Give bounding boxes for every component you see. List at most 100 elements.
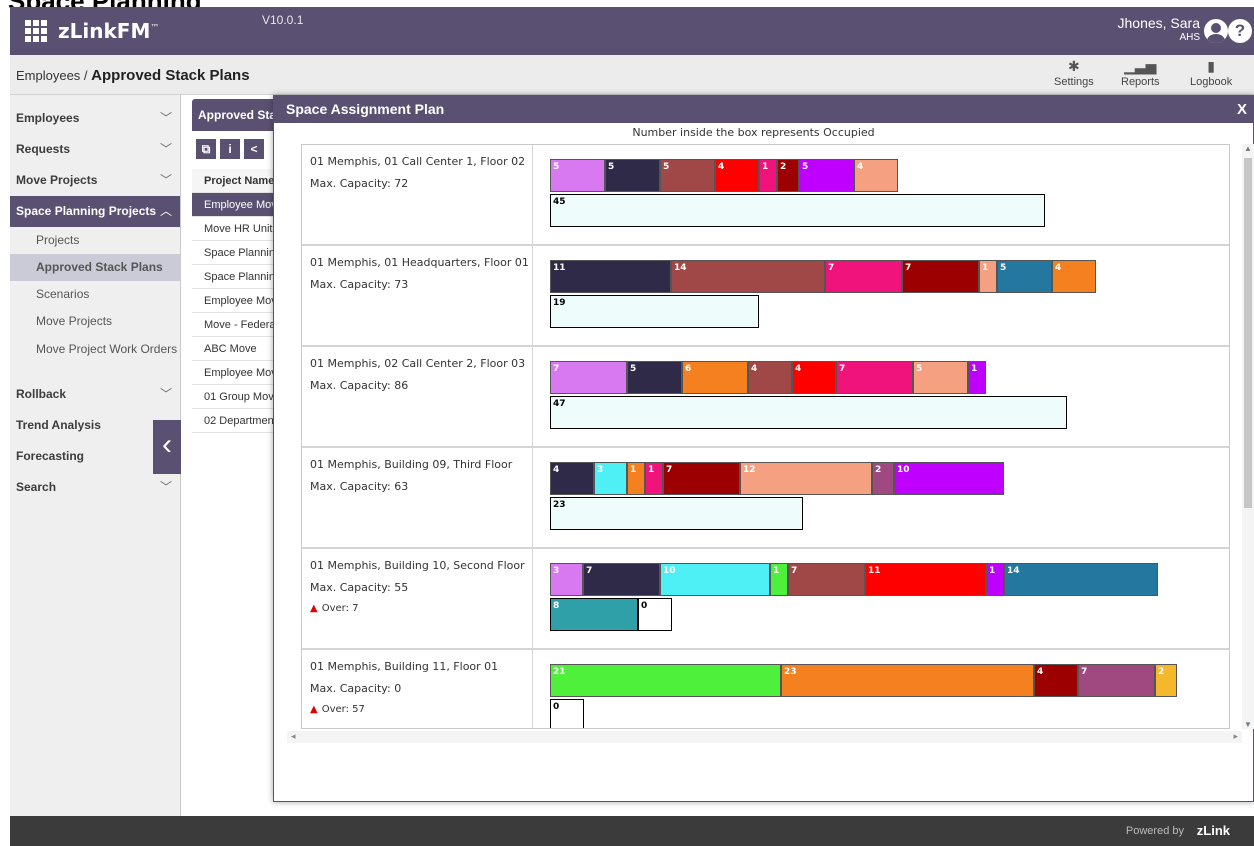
table-row[interactable]: Employee Move [192, 193, 282, 217]
breadcrumb-bar: Employees / Approved Stack Plans ✱ Settin… [10, 55, 1254, 95]
floor-name: 01 Memphis, 01 Call Center 1, Floor 02 [310, 155, 526, 168]
occupancy-segment[interactable]: 5 [605, 159, 660, 192]
occupancy-segment[interactable]: 4 [854, 159, 898, 192]
occupancy-segment[interactable]: 5 [550, 159, 605, 192]
vacancy-box[interactable]: 0 [550, 699, 584, 728]
copy-icon[interactable]: ⧉ [196, 139, 216, 159]
occupancy-segment[interactable]: 3 [550, 563, 583, 596]
occupancy-segment[interactable]: 4 [550, 462, 594, 495]
occupancy-segment[interactable]: 5 [799, 159, 854, 192]
occupancy-segment[interactable]: 2 [872, 462, 894, 495]
vacancy-box[interactable]: 23 [550, 497, 803, 530]
column-header-project-name[interactable]: Project Name [192, 169, 282, 193]
horizontal-scrollbar[interactable]: ◂ ▸ [287, 731, 1242, 743]
table-row[interactable]: Employee Move [192, 289, 282, 313]
occupancy-segment[interactable]: 12 [740, 462, 872, 495]
settings-button[interactable]: ✱ Settings [1054, 58, 1094, 88]
occupancy-segment[interactable]: 14 [671, 260, 825, 293]
close-icon[interactable]: X [1237, 96, 1247, 123]
help-icon[interactable]: ? [1228, 19, 1252, 43]
occupancy-segment[interactable]: 2 [1155, 664, 1177, 697]
table-row[interactable]: 01 Group Move [192, 385, 282, 409]
warning-triangle-icon: ▲ [310, 704, 318, 715]
occupancy-segment[interactable]: 7 [1078, 664, 1155, 697]
reports-button[interactable]: ▁▃▅ Reports [1121, 58, 1160, 88]
occupancy-segment[interactable]: 7 [788, 563, 865, 596]
occupancy-segment[interactable]: 7 [825, 260, 902, 293]
avatar-icon[interactable] [1204, 19, 1228, 43]
vacancy-box[interactable]: 0 [638, 598, 672, 631]
sidebar-item-employees[interactable]: Employees ﹀ [10, 103, 180, 134]
sidebar-item-scenarios[interactable]: Scenarios [10, 281, 180, 308]
occupancy-segment[interactable]: 7 [902, 260, 979, 293]
sidebar-item-projects[interactable]: Projects [10, 227, 180, 254]
sidebar-item-requests[interactable]: Requests ﹀ [10, 134, 180, 165]
vacancy-box[interactable]: 19 [550, 295, 759, 328]
scroll-down-icon[interactable]: ▼ [1242, 720, 1254, 729]
sidebar-item-approved-stack-plans[interactable]: Approved Stack Plans [10, 254, 180, 281]
occupancy-segment[interactable]: 5 [913, 361, 968, 394]
occupancy-segment[interactable]: 11 [550, 260, 671, 293]
occupancy-segment[interactable]: 5 [997, 260, 1052, 293]
logbook-button[interactable]: ▮ Logbook [1190, 58, 1232, 88]
user-info[interactable]: Jhones, Sara AHS [1118, 15, 1201, 43]
occupancy-segment[interactable]: 10 [894, 462, 1004, 495]
scroll-right-icon[interactable]: ▸ [1233, 731, 1238, 742]
occupancy-segment[interactable]: 7 [550, 361, 627, 394]
occupancy-segment[interactable]: 4 [792, 361, 836, 394]
vertical-scrollbar[interactable]: ▲ ▼ [1242, 144, 1254, 729]
occupancy-segment[interactable]: 4 [715, 159, 759, 192]
table-row[interactable]: Move HR Unit [192, 217, 282, 241]
sidebar-item-space-planning[interactable]: Space Planning Projects ︿ [10, 196, 180, 227]
table-row[interactable]: 02 Department [192, 409, 282, 433]
occupancy-segment[interactable]: 1 [979, 260, 997, 293]
occupancy-segment[interactable]: 4 [748, 361, 792, 394]
table-row[interactable]: ABC Move [192, 337, 282, 361]
floor-capacity: Max. Capacity: 73 [310, 278, 409, 291]
occupancy-segment[interactable]: 6 [682, 361, 748, 394]
app-grid-icon[interactable] [25, 20, 47, 42]
floor-info: 01 Memphis, Building 10, Second Floor Max… [310, 559, 530, 614]
table-row[interactable]: Space Planning [192, 265, 282, 289]
occupancy-segment[interactable]: 1 [759, 159, 777, 192]
scroll-thumb[interactable] [1244, 158, 1252, 508]
occupancy-segment[interactable]: 1 [645, 462, 663, 495]
occupancy-segment[interactable]: 2 [777, 159, 799, 192]
sidebar-item-search[interactable]: Search ﹀ [10, 472, 180, 503]
occupancy-segment[interactable]: 7 [583, 563, 660, 596]
chevron-left-icon: ‹ [162, 428, 172, 461]
occupancy-segment[interactable]: 14 [1004, 563, 1158, 596]
occupancy-segment[interactable]: 1 [627, 462, 645, 495]
vacancy-box[interactable]: 8 [550, 598, 638, 631]
occupancy-segment[interactable]: 7 [836, 361, 913, 394]
occupancy-segment[interactable]: 23 [781, 664, 1034, 697]
scroll-left-icon[interactable]: ◂ [291, 731, 296, 742]
vacancy-box[interactable]: 45 [550, 194, 1045, 227]
scroll-up-icon[interactable]: ▲ [1242, 144, 1254, 153]
occupancy-segment[interactable]: 5 [627, 361, 682, 394]
occupancy-segment[interactable]: 21 [550, 664, 781, 697]
occupancy-segment[interactable]: 1 [968, 361, 986, 394]
occupancy-segment[interactable]: 7 [663, 462, 740, 495]
occupancy-segment[interactable]: 10 [660, 563, 770, 596]
table-row[interactable]: Move - Federal [192, 313, 282, 337]
info-icon[interactable]: i [220, 139, 240, 159]
occupancy-segment[interactable]: 4 [1052, 260, 1096, 293]
sidebar-item-sub-move-projects[interactable]: Move Projects [10, 308, 180, 335]
occupancy-segment[interactable]: 1 [986, 563, 1004, 596]
occupancy-segment[interactable]: 3 [594, 462, 627, 495]
occupancy-segment[interactable]: 4 [1034, 664, 1078, 697]
occupancy-segment[interactable]: 11 [865, 563, 986, 596]
occupancy-segment[interactable]: 5 [660, 159, 715, 192]
floor-capacity: Max. Capacity: 55 [310, 581, 409, 594]
table-row[interactable]: Employee Move [192, 361, 282, 385]
sidebar-item-work-orders[interactable]: Move Project Work Orders [10, 335, 180, 379]
collapse-sidebar-button[interactable]: ‹ [153, 420, 181, 474]
breadcrumb-parent[interactable]: Employees / [16, 68, 88, 83]
vacancy-box[interactable]: 47 [550, 396, 1067, 429]
sidebar-item-move-projects[interactable]: Move Projects ﹀ [10, 165, 180, 196]
occupancy-segment[interactable]: 1 [770, 563, 788, 596]
table-row[interactable]: Space Planning [192, 241, 282, 265]
gear-icon: ✱ [1068, 58, 1080, 74]
sidebar-item-rollback[interactable]: Rollback ﹀ [10, 379, 180, 410]
